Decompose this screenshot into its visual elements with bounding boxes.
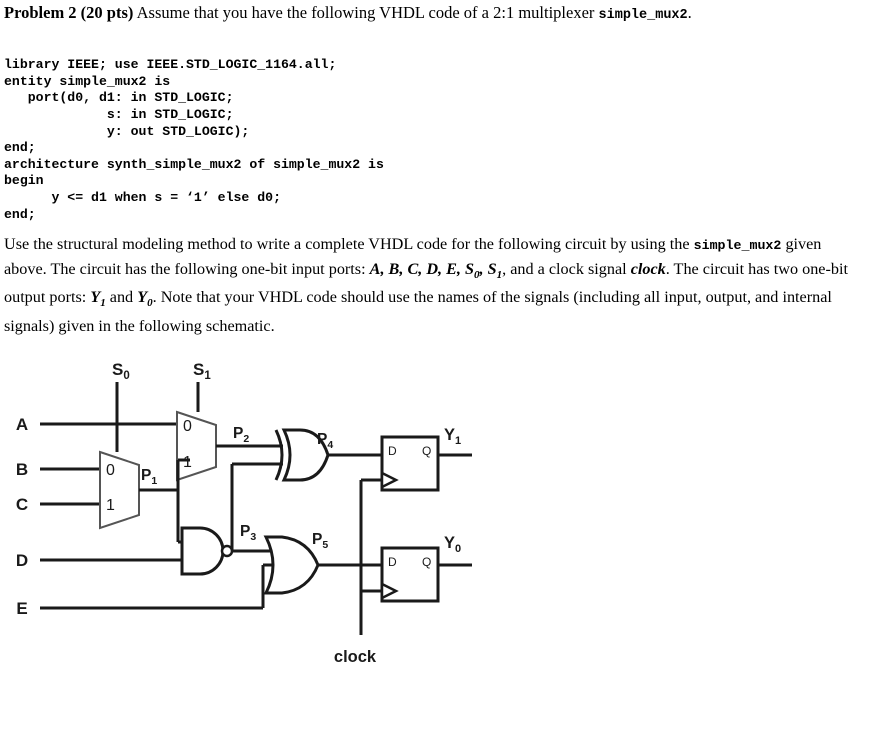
input-ports-list: A, B, C, D, E, S [369, 259, 475, 278]
problem-label: Problem 2 (20 pts) [4, 3, 134, 22]
mux1-pin-0: 0 [106, 462, 115, 479]
heading-entity-name: simple_mux2 [598, 8, 688, 23]
clock-signal-name: clock [630, 259, 666, 278]
heading-text-before: Assume that you have the following VHDL … [133, 3, 599, 22]
schem-signal-p5-name: P [312, 531, 322, 548]
schem-signal-p1: P1 [141, 467, 157, 487]
instruction-paragraph: Use the structural modeling method to wr… [4, 233, 860, 338]
schem-signal-p4-name: P [317, 431, 327, 448]
schem-signal-p2: P2 [233, 425, 249, 445]
dff2-pin-q: Q [422, 555, 431, 569]
schem-select-s1: S1 [193, 360, 211, 382]
paragraph-seg1: Use the structural modeling method to wr… [4, 235, 694, 253]
schem-select-s1-sub: 1 [204, 370, 211, 382]
schem-signal-p3: P3 [240, 523, 256, 543]
dff2-pin-d: D [388, 555, 397, 569]
schem-select-s1-name: S [193, 360, 204, 379]
schem-signal-p2-sub: 2 [243, 433, 249, 445]
schem-signal-p5: P5 [312, 531, 328, 551]
schem-signal-p5-sub: 5 [322, 539, 328, 551]
heading-text-after: . [687, 3, 692, 22]
mux2-pin-1: 1 [183, 454, 192, 471]
schem-output-y0-sub: 0 [455, 543, 461, 555]
paragraph-seg5: and [105, 288, 138, 307]
schem-select-s0-sub: 0 [123, 370, 129, 382]
schem-signal-p3-name: P [240, 523, 250, 540]
paragraph-mono-entity: simple_mux2 [693, 238, 782, 253]
schem-clock-label: clock [334, 648, 377, 666]
input-ports-mid: , S [479, 259, 497, 278]
mux2-pin-0: 0 [183, 418, 192, 435]
page-title: Problem 2 (20 pts) Assume that you have … [4, 2, 868, 27]
output-port-y1: Y [90, 288, 101, 307]
schem-signal-p2-name: P [233, 425, 243, 442]
mux1-pin-1: 1 [106, 497, 115, 514]
schem-select-s0-name: S [112, 360, 123, 379]
schem-signal-p4-sub: 4 [327, 439, 333, 451]
vhdl-code-block: library IEEE; use IEEE.STD_LOGIC_1164.al… [4, 57, 384, 222]
schem-signal-p3-sub: 3 [250, 531, 256, 543]
schem-output-y0-name: Y [444, 534, 455, 552]
schem-output-y0: Y0 [444, 534, 461, 555]
schem-input-c: C [16, 495, 28, 514]
schem-input-d: D [16, 551, 28, 570]
schem-output-y1-name: Y [444, 426, 455, 444]
xor-gate-back-arc [274, 429, 284, 481]
problem-page: Problem 2 (20 pts) Assume that you have … [0, 0, 872, 733]
or-gate-body [263, 535, 320, 595]
dff1-pin-q: Q [422, 444, 431, 458]
schem-output-y1: Y1 [444, 426, 461, 447]
schem-signal-p1-sub: 1 [151, 475, 157, 487]
output-port-y0: Y [137, 288, 148, 307]
circuit-schematic: A B C D E S0 S1 0 1 0 1 P1 P2 P3 P4 P5 D… [0, 352, 872, 682]
nand-gate-shape [180, 526, 225, 576]
schem-input-b: B [16, 460, 28, 479]
schem-input-e: E [16, 599, 27, 618]
schem-input-a: A [16, 415, 28, 434]
schem-output-y1-sub: 1 [455, 435, 461, 447]
schem-signal-p1-name: P [141, 467, 151, 484]
dff1-pin-d: D [388, 444, 397, 458]
paragraph-seg3: , and a clock signal [502, 259, 631, 278]
schem-select-s0: S0 [112, 360, 130, 382]
nand-gate-bubble [220, 544, 234, 558]
